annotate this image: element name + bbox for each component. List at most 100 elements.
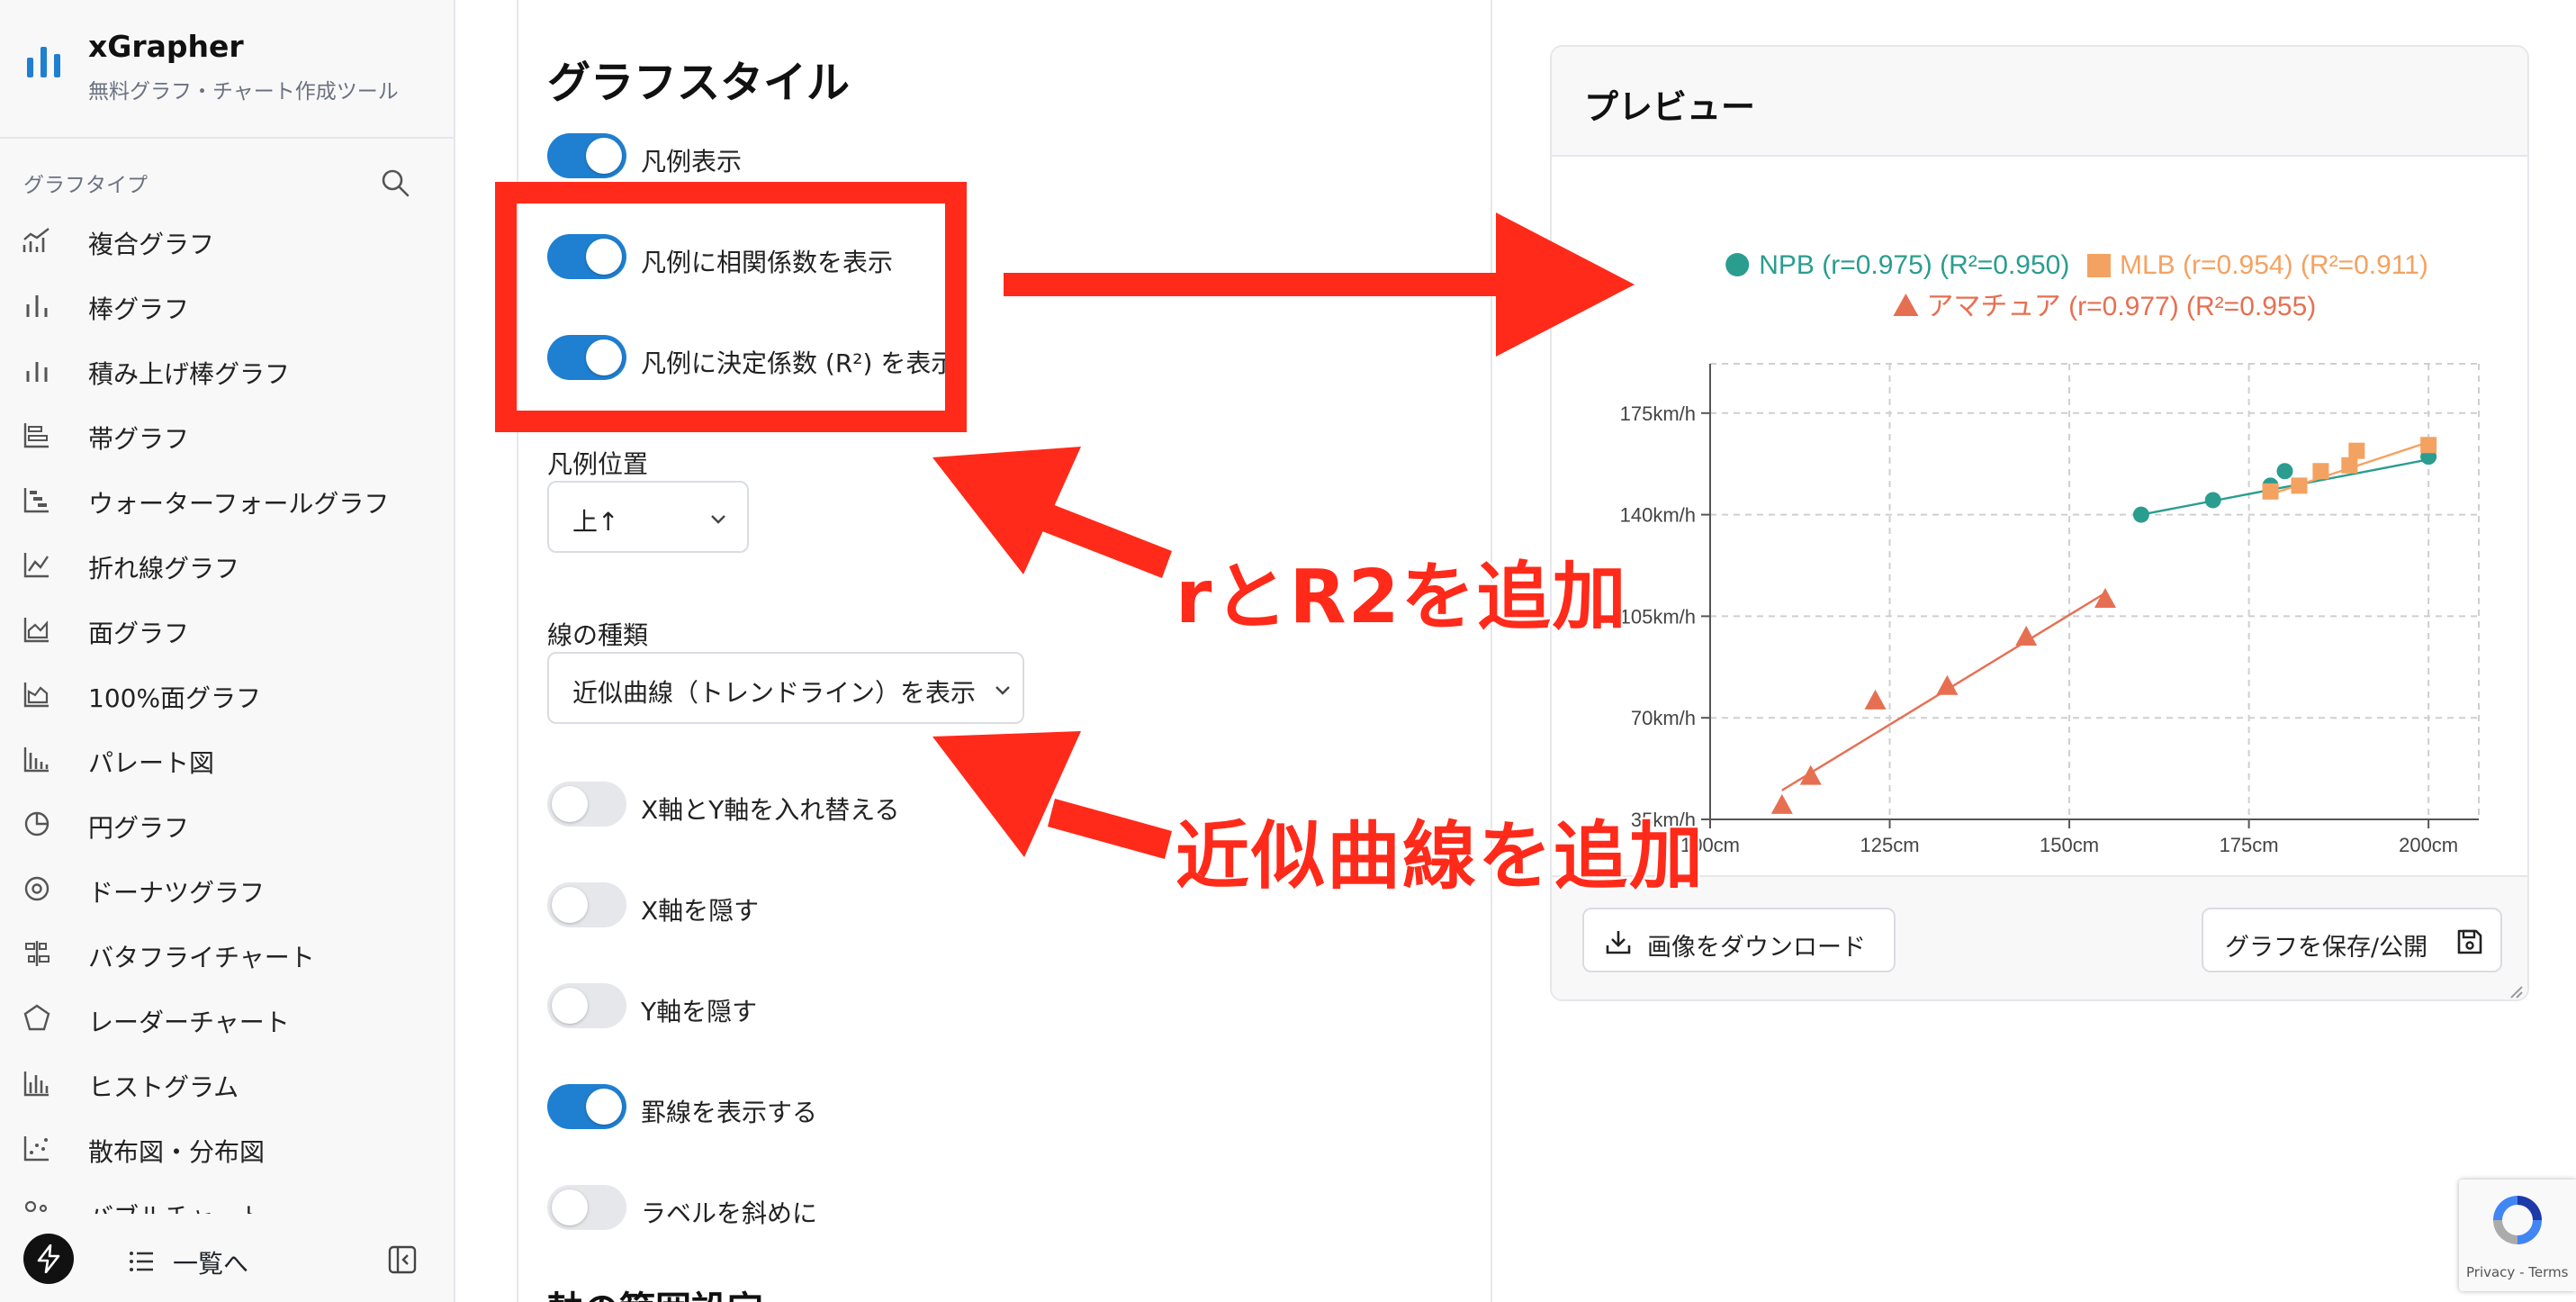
legend-marker-3 [1893,294,1919,316]
legend-visible-switch[interactable] [547,133,626,178]
data-point-2 [2312,463,2329,480]
section-label: グラフタイプ [23,174,148,197]
legend-marker-2 [2087,254,2111,277]
sidebar-item-2[interactable]: 棒グラフ [0,272,454,337]
toggle-label: X軸を隠す [641,896,760,926]
sidebar-item-label: ドーナツグラフ [88,878,266,908]
app-root: xGrapher 無料グラフ・チャート作成ツール グラフタイプ 複合グラフ棒グラ… [0,0,2576,1302]
annotation-r2-text: rとR2を追加 [1174,553,1628,642]
sidebar-item-10[interactable]: 円グラフ [0,791,454,855]
preview-header: プレビュー [1552,47,2527,157]
hide-x-axis-switch[interactable] [547,882,626,927]
data-point-1 [2276,463,2293,480]
brand-subtitle: 無料グラフ・チャート作成ツール [88,80,399,104]
legend-position-select[interactable]: 上↑ [547,481,749,553]
sidebar-footer: 一覧へ [0,1216,454,1302]
sidebar-item-label: パレート図 [88,748,215,778]
x-tick-label: 200cm [2399,834,2458,856]
data-point-1 [2204,492,2221,509]
sidebar-item-label: 折れ線グラフ [88,554,240,583]
area-100-icon [23,683,49,708]
legend-label-3: アマチュア (r=0.977) (R²=0.955) [1926,292,2316,321]
bolt-icon [37,1244,60,1273]
sidebar-item-label: バブルチャート [88,1198,265,1214]
sidebar-item-9[interactable]: パレート図 [0,726,454,791]
data-point-2 [2262,483,2279,500]
data-point-2 [2420,437,2437,454]
radar-chart-icon [23,1004,50,1031]
hide-y-axis-switch[interactable] [547,983,626,1028]
stacked-bar-icon [26,362,48,382]
graph-type-section-header: グラフタイプ [23,167,410,203]
sidebar-item-13[interactable]: レーダーチャート [0,985,454,1050]
sidebar-item-15[interactable]: 散布図・分布図 [0,1115,454,1180]
legend-marker-1 [1725,253,1750,276]
sidebar-item-11[interactable]: ドーナツグラフ [0,855,454,920]
download-icon [1606,931,1631,954]
line-type-label: 線の種類 [547,620,649,650]
toggle-label: ラベルを斜めに [641,1198,818,1228]
sidebar-item-14[interactable]: ヒストグラム [0,1050,454,1115]
data-point-2 [2341,457,2358,474]
sidebar-item-label: 散布図・分布図 [88,1137,266,1167]
bubble-chart-icon [24,1200,48,1213]
data-point-2 [2348,442,2365,459]
data-point-3 [1770,793,1793,814]
bar-chart-logo-icon [27,47,60,77]
sidebar-item-8[interactable]: 100%面グラフ [0,661,454,726]
show-grid-switch[interactable] [547,1084,626,1129]
bar-chart-icon [26,295,48,317]
sidebar-item-5[interactable]: ウォーターフォールグラフ [0,466,454,531]
list-icon [130,1252,153,1271]
x-tick-label: 150cm [2040,834,2099,856]
sidebar-item-12[interactable]: バタフライチャート [0,920,454,985]
sidebar-item-16[interactable]: バブルチャート [0,1180,454,1214]
x-tick-label: 175cm [2220,834,2279,856]
axis-range-section-title: 軸の範囲設定 [547,1280,763,1302]
sidebar-item-label: 棒グラフ [88,294,190,324]
y-tick-label: 105km/h [1620,605,1696,628]
recaptcha-logo-icon [2493,1196,2542,1244]
sidebar-item-3[interactable]: 積み上げ棒グラフ [0,337,454,402]
sidebar-item-label: レーダーチャート [88,1008,290,1037]
search-icon[interactable] [380,167,410,198]
data-point-1 [2132,506,2149,523]
sidebar-item-6[interactable]: 折れ線グラフ [0,531,454,596]
horizontal-bar-icon [23,423,49,448]
save-publish-button[interactable]: グラフを保存/公開 [2202,908,2502,972]
line-type-value: 近似曲線（トレンドライン）を表示 [572,678,977,708]
combo-chart-icon [23,228,50,252]
toggle-label: Y軸を隠す [641,997,758,1026]
toggle-label: 凡例表示 [641,147,743,176]
panel-title: グラフスタイル [547,58,851,108]
legend-label-2: MLB (r=0.954) (R²=0.911) [2120,250,2428,280]
download-image-button[interactable]: 画像をダウンロード [1582,908,1896,972]
recaptcha-badge[interactable]: Privacy - Terms [2459,1180,2576,1291]
toggle-label: X軸とY軸を入れ替える [641,795,900,825]
y-tick-label: 175km/h [1620,402,1696,425]
sidebar-item-label: ヒストグラム [88,1072,239,1102]
sidebar-item-7[interactable]: 面グラフ [0,596,454,661]
annotation-trend-text: 近似曲線を追加 [1174,812,1706,901]
resize-handle-icon[interactable] [2508,983,2524,999]
pie-chart-icon [24,811,50,836]
graph-type-nav: 複合グラフ棒グラフ積み上げ棒グラフ 帯グラフ ウォーターフォールグラフ折れ線グラフ面… [0,207,454,1214]
collapse-sidebar-icon[interactable] [387,1244,418,1275]
scatter-chart: 100cm 125cm 150cm 175cm 200cm35km/h70km/h105… [1620,250,2480,856]
butterfly-chart-icon [25,941,50,966]
line-type-select[interactable]: 近似曲線（トレンドライン）を表示 [547,652,1024,724]
sidebar-item-label: バタフライチャート [88,943,315,972]
sidebar-item-label: 複合グラフ [88,230,215,259]
swap-axes-switch[interactable] [547,782,626,827]
legend-position-label: 凡例位置 [547,449,649,479]
sidebar: xGrapher 無料グラフ・チャート作成ツール グラフタイプ 複合グラフ棒グラ… [0,0,455,1302]
sidebar-item-label: 100%面グラフ [88,683,262,713]
sidebar-item-1[interactable]: 複合グラフ [0,207,454,272]
slant-labels-switch[interactable] [547,1185,626,1230]
brand-header[interactable]: xGrapher 無料グラフ・チャート作成ツール [0,0,454,139]
save-label: グラフを保存/公開 [2225,934,2428,962]
quick-action-button[interactable] [23,1234,74,1284]
sidebar-item-4[interactable]: 帯グラフ [0,402,454,466]
x-tick-label: 125cm [1860,834,1920,856]
preview-title: プレビュー [1584,87,1756,127]
